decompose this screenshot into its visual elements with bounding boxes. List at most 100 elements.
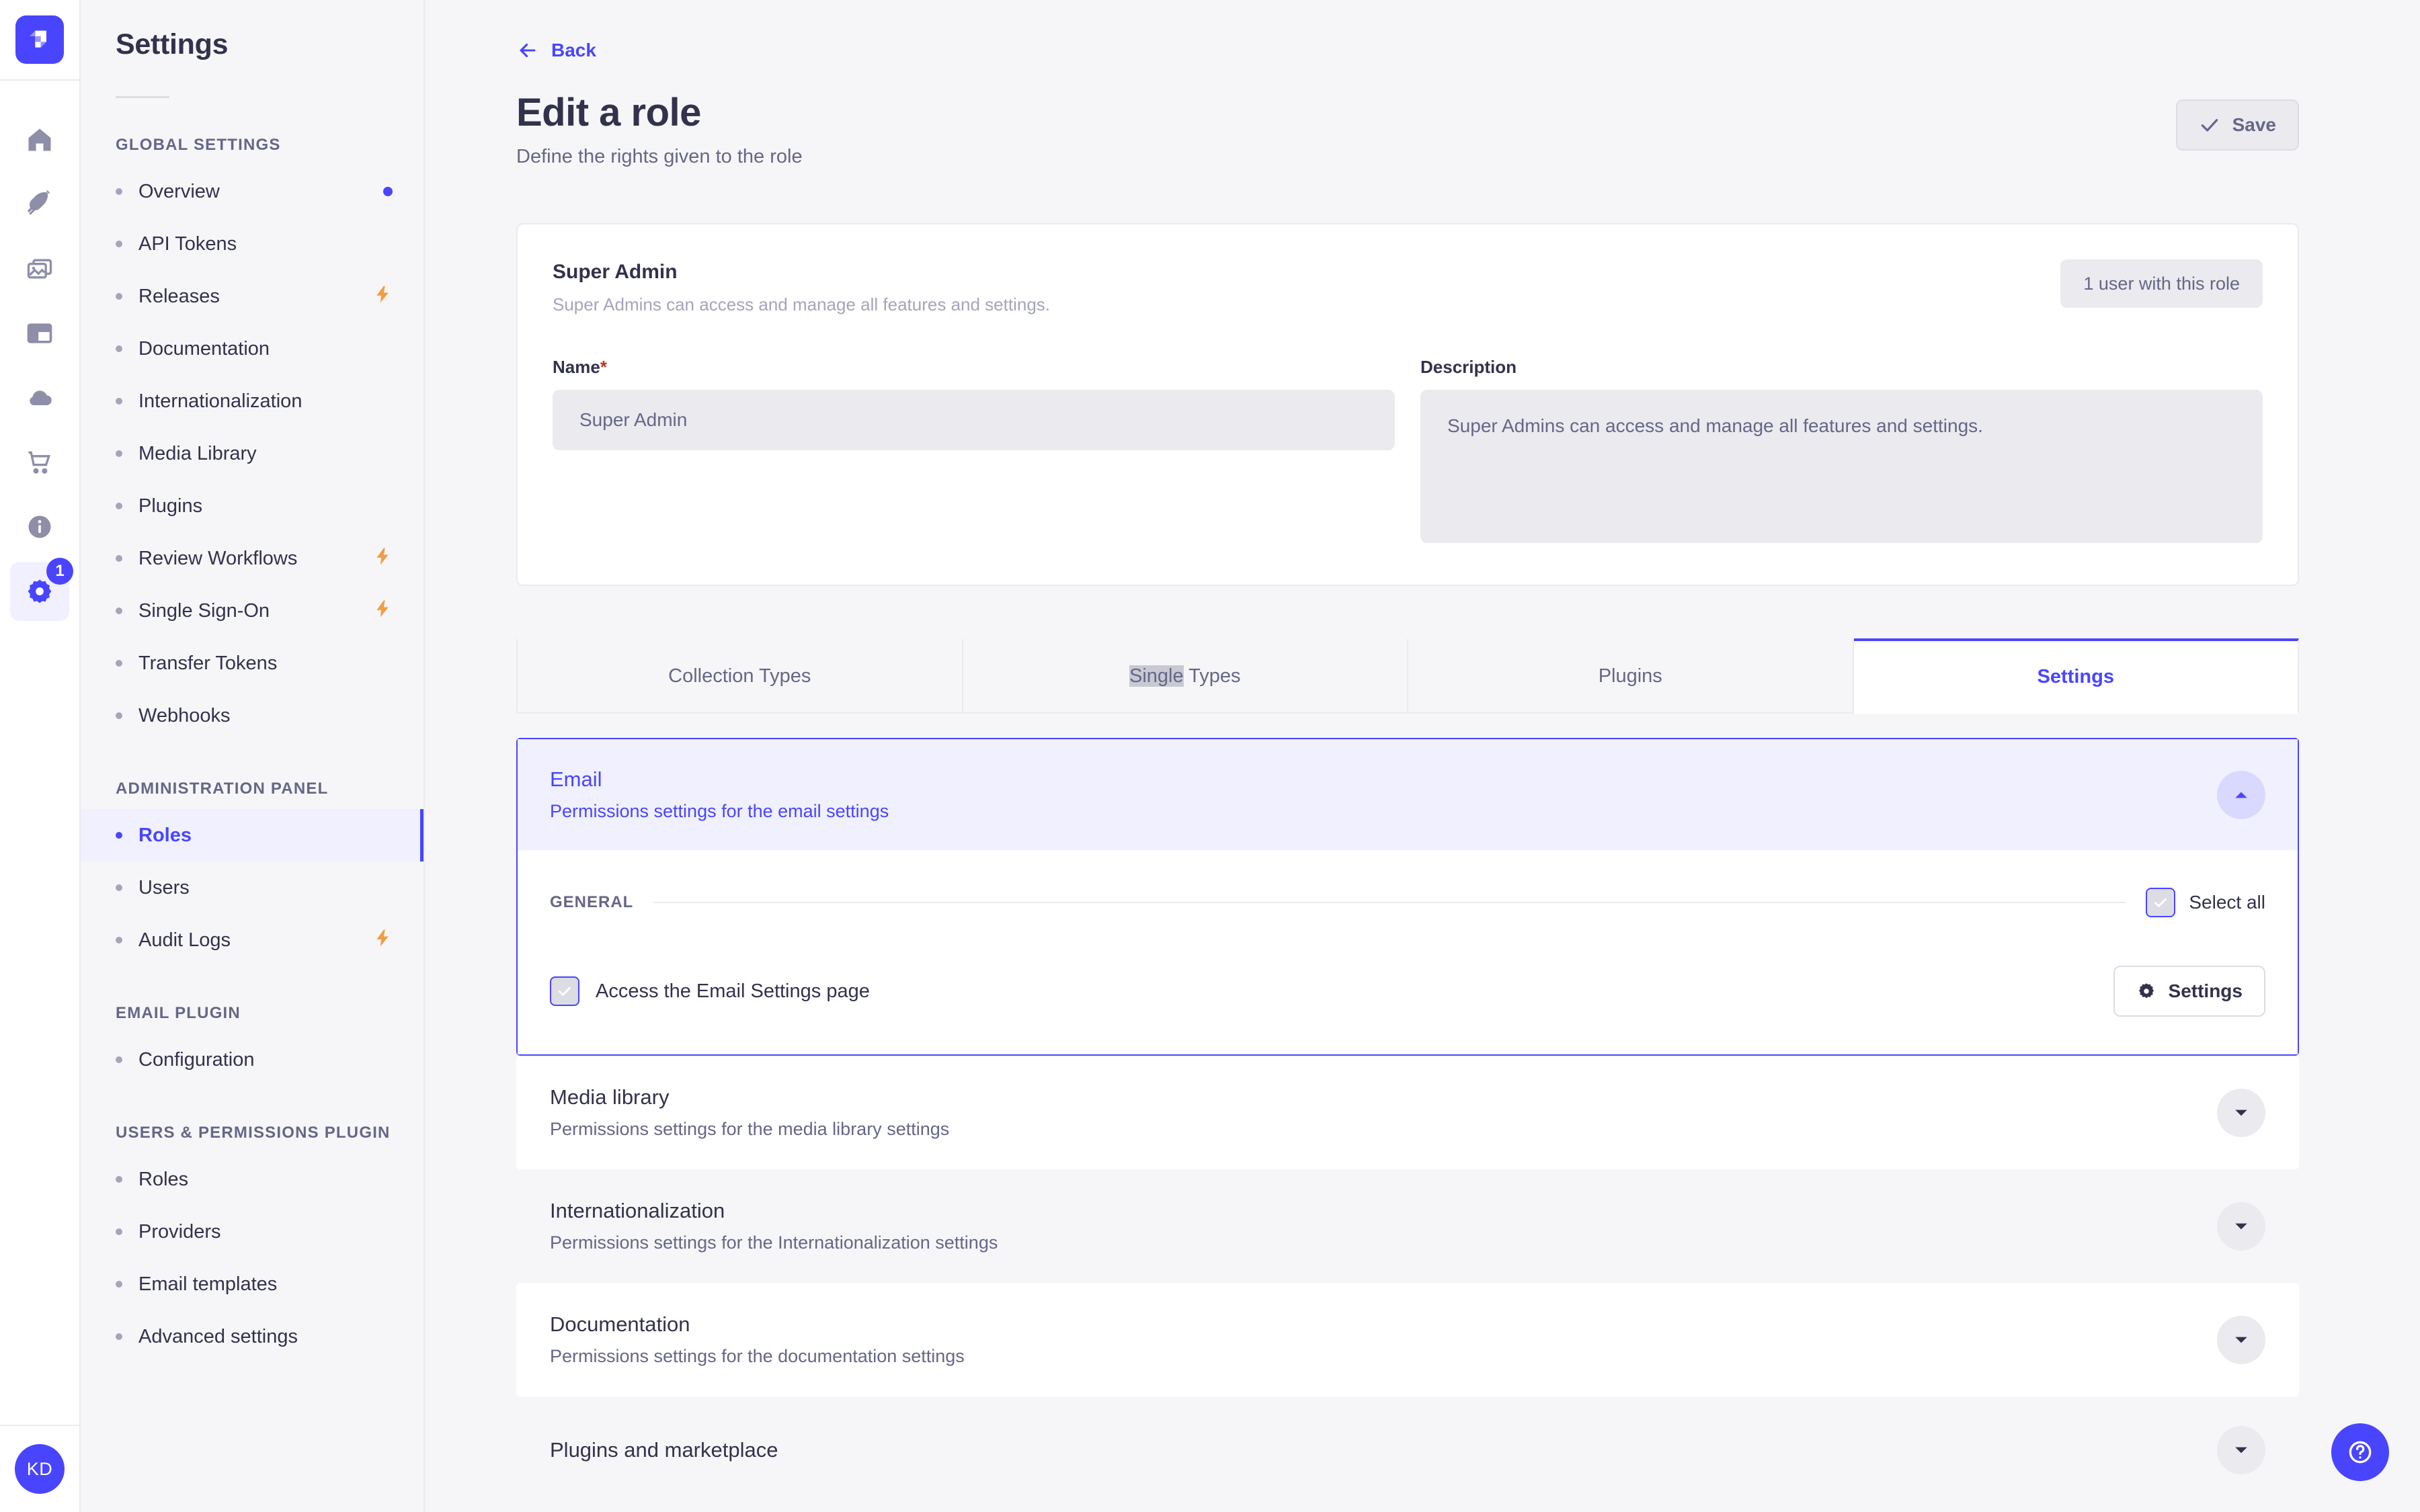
tab-settings[interactable]: Settings — [1853, 638, 2299, 714]
logo-container — [0, 0, 79, 81]
home-icon[interactable] — [10, 110, 69, 169]
sidebar-item-single-sign-on[interactable]: Single Sign-On — [81, 585, 424, 637]
sidebar-item-advanced-settings[interactable]: Advanced settings — [81, 1310, 424, 1363]
lightning-bolt-icon — [372, 545, 393, 572]
sidebar-item-roles[interactable]: Roles — [81, 809, 424, 862]
collapsed-permission-blocks: Media library Permissions settings for th… — [516, 1056, 2299, 1504]
checkbox-icon — [550, 976, 579, 1006]
name-input[interactable]: Super Admin — [553, 390, 1395, 450]
permission-block-email-body: GENERAL Select all Access the Email Sett… — [518, 850, 2298, 1054]
permission-row-access-email-settings: Access the Email Settings page Settings — [550, 966, 2265, 1017]
select-all-checkbox[interactable]: Select all — [2146, 888, 2265, 917]
name-field-group: Name* Super Admin — [553, 357, 1395, 543]
sidebar-item-label: Releases — [138, 285, 220, 307]
chevron-down-icon[interactable] — [2217, 1426, 2265, 1474]
sidebar-item-releases[interactable]: Releases — [81, 270, 424, 323]
strapi-logo-icon[interactable] — [15, 15, 64, 64]
sidebar-item-webhooks[interactable]: Webhooks — [81, 689, 424, 742]
sidebar-item-configuration[interactable]: Configuration — [81, 1034, 424, 1086]
permission-block-plugins-and-marketplace-text: Plugins and marketplace — [550, 1438, 778, 1462]
chevron-down-glyph — [2235, 1109, 2247, 1116]
permission-block-documentation-text: Documentation Permissions settings for th… — [550, 1312, 965, 1367]
save-button[interactable]: Save — [2175, 99, 2299, 151]
bullet-icon — [116, 1176, 122, 1183]
bullet-icon — [116, 345, 122, 352]
sidebar-item-documentation[interactable]: Documentation — [81, 323, 424, 375]
bullet-icon — [116, 1228, 122, 1235]
sidebar-item-audit-logs[interactable]: Audit Logs — [81, 914, 424, 966]
layout-icon[interactable] — [10, 304, 69, 363]
save-label: Save — [2232, 114, 2276, 135]
sidebar-item-media-library[interactable]: Media Library — [81, 427, 424, 480]
sidebar-item-users[interactable]: Users — [81, 862, 424, 914]
permissions-list: Email Permissions settings for the email… — [516, 738, 2299, 1504]
bullet-icon — [116, 241, 122, 247]
access-email-settings-checkbox[interactable]: Access the Email Settings page — [550, 976, 870, 1006]
bullet-icon — [116, 293, 122, 300]
back-button[interactable]: Back — [425, 0, 596, 62]
tab-plugins[interactable]: Plugins — [1408, 638, 1854, 712]
settings-notification-badge: 1 — [46, 558, 73, 585]
cloud-icon[interactable] — [10, 368, 69, 427]
sidebar-item-internationalization[interactable]: Internationalization — [81, 375, 424, 427]
chevron-down-icon[interactable] — [2217, 1315, 2265, 1364]
chevron-down-icon[interactable] — [2217, 1202, 2265, 1251]
sidebar-section-items: Overview API Tokens Releases Documentation I… — [81, 165, 424, 742]
chevron-down-glyph — [2235, 1223, 2247, 1229]
sidebar-item-label: Configuration — [138, 1048, 255, 1070]
sidebar-item-label: Transfer Tokens — [138, 652, 278, 674]
role-fields: Name* Super Admin Description Super Admi… — [553, 357, 2263, 543]
sidebar-section-label: GLOBAL SETTINGS — [116, 136, 281, 154]
avatar[interactable]: KD — [15, 1444, 65, 1494]
name-field-label: Name* — [553, 357, 1395, 378]
gear-icon[interactable]: 1 — [10, 558, 73, 621]
sidebar-item-api-tokens[interactable]: API Tokens — [81, 218, 424, 270]
permission-block-plugins-and-marketplace-header[interactable]: Plugins and marketplace — [518, 1398, 2298, 1503]
chevron-up-glyph — [2235, 792, 2247, 798]
sidebar-section-label: EMAIL PLUGIN — [116, 1004, 241, 1022]
sidebar-item-label: Review Workflows — [138, 547, 298, 569]
general-label: GENERAL — [550, 893, 634, 911]
description-textarea[interactable]: Super Admins can access and manage all f… — [1420, 390, 2263, 543]
chevron-up-icon[interactable] — [2217, 770, 2265, 819]
permission-block-internationalization-title: Internationalization — [550, 1199, 725, 1222]
permissions-tabs: Collection Types Single Types Plugins Setti… — [516, 638, 2299, 714]
bullet-icon — [116, 555, 122, 562]
sidebar-item-review-workflows[interactable]: Review Workflows — [81, 532, 424, 585]
bullet-icon — [116, 398, 122, 405]
checkbox-icon — [2146, 888, 2176, 917]
sidebar-item-label: Audit Logs — [138, 929, 231, 951]
sidebar-section-items: Roles Providers Email templates Advanced se… — [81, 1153, 424, 1363]
sidebar-item-providers[interactable]: Providers — [81, 1206, 424, 1258]
sidebar-item-email-templates[interactable]: Email templates — [81, 1258, 424, 1310]
sidebar-section-items: Configuration — [81, 1034, 424, 1086]
feather-icon[interactable] — [10, 175, 69, 234]
lightning-bolt-icon — [372, 597, 393, 624]
sidebar-item-label: Single Sign-On — [138, 599, 270, 622]
sidebar-item-plugins[interactable]: Plugins — [81, 480, 424, 532]
sidebar-item-transfer-tokens[interactable]: Transfer Tokens — [81, 637, 424, 689]
users-with-role-badge[interactable]: 1 user with this role — [2060, 259, 2263, 308]
permission-block-internationalization-header[interactable]: Internationalization Permissions settings… — [518, 1171, 2298, 1282]
permission-block-plugins-and-marketplace: Plugins and marketplace — [516, 1396, 2299, 1504]
sidebar-section-label: USERS & PERMISSIONS PLUGIN — [116, 1124, 391, 1142]
description-field-group: Description Super Admins can access and … — [1420, 357, 2263, 543]
permission-block-email-header[interactable]: Email Permissions settings for the email… — [518, 739, 2298, 850]
sidebar-item-label: Providers — [138, 1220, 221, 1243]
image-icon[interactable] — [10, 239, 69, 298]
sidebar-item-label: Roles — [138, 1168, 189, 1190]
chevron-down-icon[interactable] — [2217, 1088, 2265, 1137]
help-button[interactable] — [2331, 1423, 2389, 1481]
rail-icon-list: 1 — [10, 81, 73, 1425]
permission-settings-button[interactable]: Settings — [2113, 966, 2265, 1017]
tab-single-types[interactable]: Single Types — [963, 638, 1408, 712]
sidebar-item-roles[interactable]: Roles — [81, 1153, 424, 1206]
bullet-icon — [116, 712, 122, 719]
cart-icon[interactable] — [10, 433, 69, 492]
permission-block-documentation-header[interactable]: Documentation Permissions settings for th… — [518, 1284, 2298, 1395]
tab-label: Single Types — [1129, 665, 1241, 687]
info-icon[interactable] — [10, 497, 69, 556]
permission-block-media-library-header[interactable]: Media library Permissions settings for th… — [518, 1057, 2298, 1168]
tab-collection-types[interactable]: Collection Types — [516, 638, 963, 712]
sidebar-item-overview[interactable]: Overview — [81, 165, 424, 218]
